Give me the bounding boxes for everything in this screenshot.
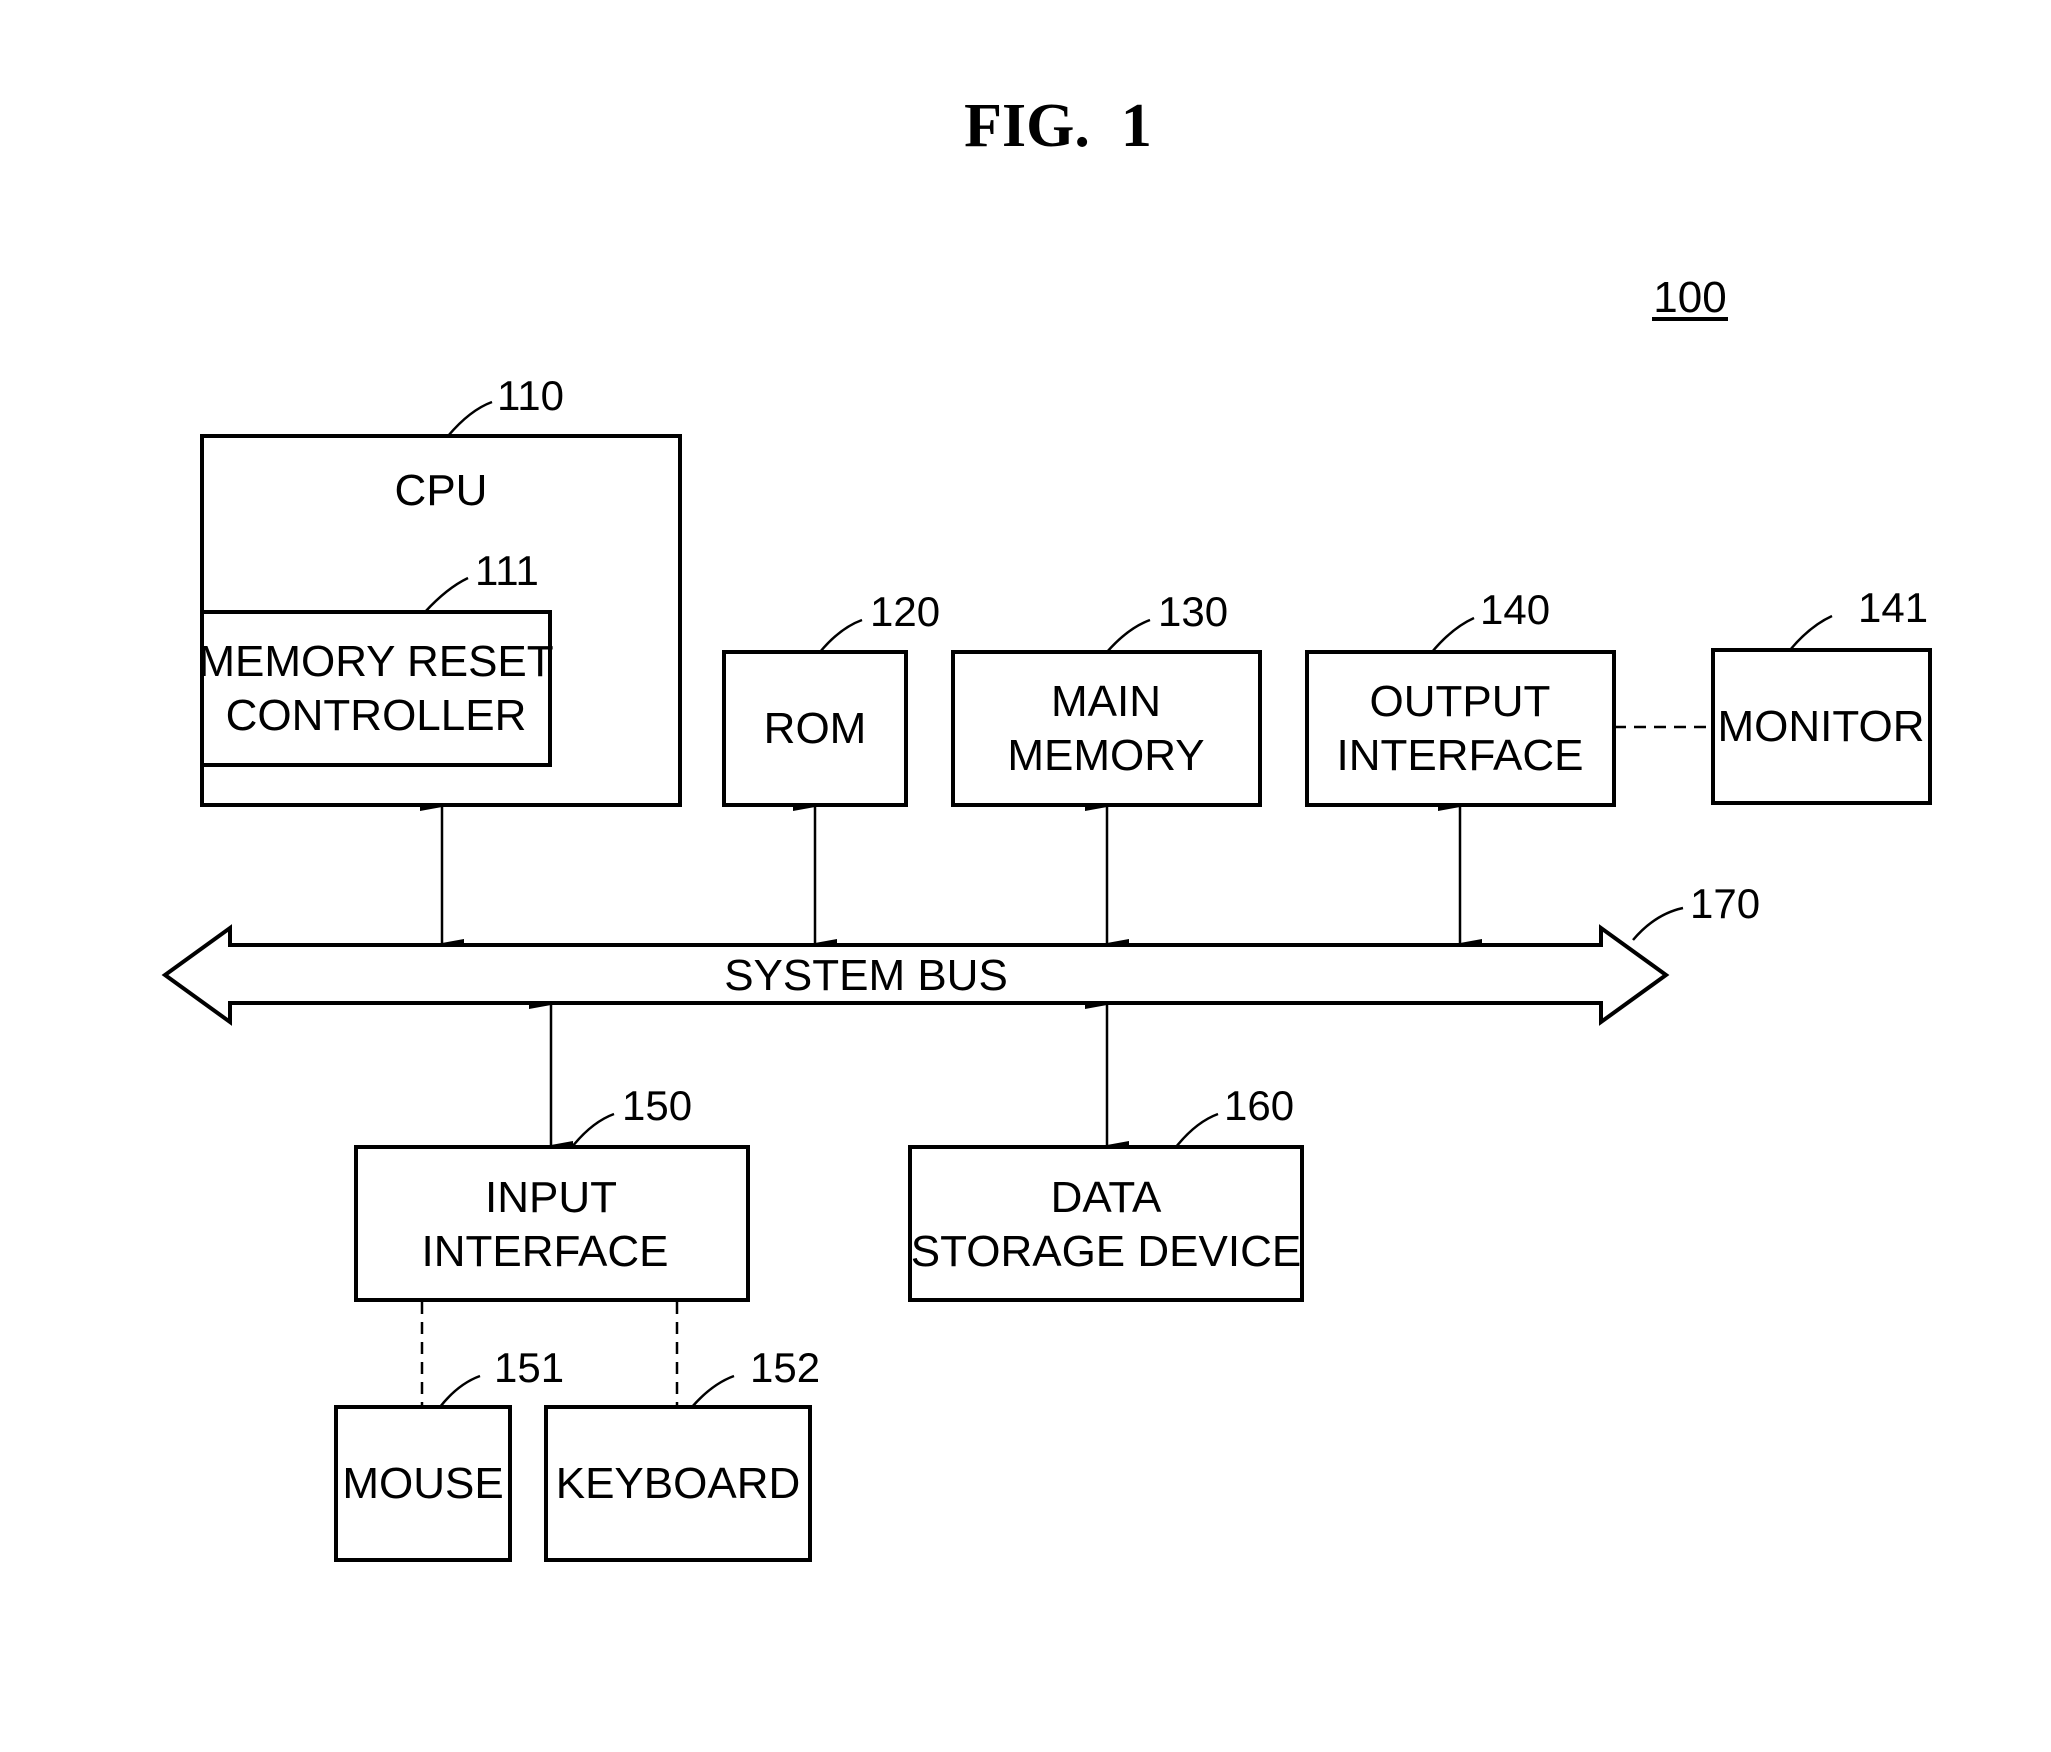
main-memory-ref: 130 bbox=[1158, 588, 1228, 635]
data-storage-box bbox=[908, 1145, 1304, 1302]
data-storage-label-1: DATA bbox=[1051, 1173, 1162, 1222]
memory-reset-controller-label-1: MEMORY RESET bbox=[198, 637, 553, 686]
data-storage-label-2: STORAGE DEVICE bbox=[911, 1227, 1301, 1276]
rom-block: ROM 120 bbox=[722, 588, 940, 807]
input-interface-ref: 150 bbox=[622, 1082, 692, 1129]
rom-ref: 120 bbox=[870, 588, 940, 635]
block-diagram: FIG. 1 100 CPU 110 MEMORY RESET CONTROLL… bbox=[161, 92, 1932, 1562]
mouse-leader bbox=[439, 1374, 481, 1408]
figure-title: FIG. 1 bbox=[964, 92, 1152, 160]
monitor-ref: 141 bbox=[1858, 584, 1928, 631]
memory-reset-controller-ref: 111 bbox=[475, 547, 539, 594]
system-ref-100: 100 bbox=[1652, 273, 1728, 322]
cpu-label: CPU bbox=[395, 466, 488, 515]
memory-reset-controller-box bbox=[200, 610, 552, 767]
input-interface-box bbox=[354, 1145, 750, 1302]
keyboard-leader bbox=[691, 1374, 735, 1408]
system-bus: SYSTEM BUS 170 bbox=[161, 880, 1760, 1026]
output-interface-leader bbox=[1431, 616, 1475, 653]
monitor-block: MONITOR 141 bbox=[1711, 584, 1932, 805]
rom-leader bbox=[819, 618, 863, 653]
memory-reset-controller-label-2: CONTROLLER bbox=[226, 691, 527, 740]
system-ref-label: 100 bbox=[1653, 273, 1726, 322]
data-storage-ref: 160 bbox=[1224, 1082, 1294, 1129]
main-memory-block: MAIN MEMORY 130 bbox=[951, 588, 1262, 807]
data-storage-leader bbox=[1175, 1112, 1219, 1148]
input-interface-label-1: INPUT bbox=[485, 1173, 617, 1222]
mouse-label: MOUSE bbox=[342, 1459, 503, 1508]
input-interface-label-2: INTERFACE bbox=[422, 1227, 669, 1276]
keyboard-block: KEYBOARD 152 bbox=[544, 1344, 820, 1562]
output-interface-label-2: INTERFACE bbox=[1337, 731, 1584, 780]
main-memory-box bbox=[951, 650, 1262, 807]
output-interface-block: OUTPUT INTERFACE 140 bbox=[1305, 586, 1616, 807]
keyboard-label: KEYBOARD bbox=[556, 1459, 801, 1508]
output-interface-box bbox=[1305, 650, 1616, 807]
main-memory-label-2: MEMORY bbox=[1007, 731, 1204, 780]
system-bus-ref: 170 bbox=[1690, 880, 1760, 927]
monitor-label: MONITOR bbox=[1718, 702, 1925, 751]
cpu-leader bbox=[447, 400, 493, 437]
cpu-ref: 110 bbox=[497, 372, 564, 419]
output-interface-ref: 140 bbox=[1480, 586, 1550, 633]
input-interface-leader bbox=[571, 1112, 615, 1148]
rom-label: ROM bbox=[764, 704, 867, 753]
system-bus-label: SYSTEM BUS bbox=[724, 951, 1008, 1000]
main-memory-label-1: MAIN bbox=[1051, 677, 1161, 726]
main-memory-leader bbox=[1106, 618, 1151, 653]
monitor-leader bbox=[1789, 614, 1833, 651]
system-bus-leader bbox=[1632, 906, 1684, 941]
mouse-ref: 151 bbox=[494, 1344, 564, 1391]
output-interface-label-1: OUTPUT bbox=[1370, 677, 1551, 726]
mouse-block: MOUSE 151 bbox=[334, 1344, 564, 1562]
keyboard-ref: 152 bbox=[750, 1344, 820, 1391]
